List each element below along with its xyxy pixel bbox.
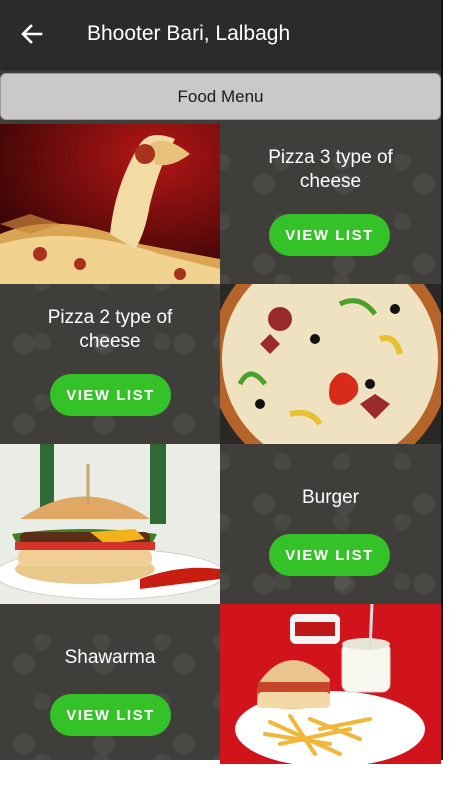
- app-screen: Bhooter Bari, Lalbagh Food Menu Pizza 3 …: [0, 0, 441, 764]
- menu-item-name: Pizza 2 type of cheese: [47, 307, 173, 352]
- menu-item-name: Burger: [301, 487, 360, 508]
- arrow-left-icon: [21, 24, 43, 44]
- cheese-pizza-slice-image: [0, 124, 220, 284]
- menu-item-name: Pizza 3 type of cheese: [268, 147, 393, 192]
- top-app-bar: Bhooter Bari, Lalbagh: [0, 0, 441, 68]
- window-edge: [441, 0, 443, 760]
- menu-item-card: Pizza 3 type of cheese VIEW LIST: [220, 124, 441, 284]
- menu-item-card: Burger VIEW LIST: [220, 444, 441, 604]
- back-button[interactable]: [0, 0, 64, 68]
- view-list-button[interactable]: VIEW LIST: [269, 214, 390, 256]
- view-list-button[interactable]: VIEW LIST: [269, 534, 390, 576]
- menu-item-name: Shawarma: [64, 647, 156, 668]
- burger-plate-image: [0, 444, 220, 604]
- page-title: Bhooter Bari, Lalbagh: [87, 22, 291, 45]
- veggie-pizza-image: [220, 284, 441, 444]
- menu-row: Shawarma VIEW LIST: [0, 604, 441, 764]
- menu-row: Burger VIEW LIST: [0, 444, 441, 604]
- menu-grid: Pizza 3 type of cheese VIEW LIST Pizza 2…: [0, 124, 441, 764]
- food-menu-bar: Food Menu: [0, 73, 441, 120]
- menu-item-card: Pizza 2 type of cheese VIEW LIST: [0, 284, 220, 444]
- shawarma-fries-plate-image: [220, 604, 441, 764]
- view-list-button[interactable]: VIEW LIST: [50, 374, 171, 416]
- menu-row: Pizza 3 type of cheese VIEW LIST: [0, 124, 441, 284]
- menu-item-card: Shawarma VIEW LIST: [0, 604, 220, 764]
- food-menu-label: Food Menu: [177, 86, 264, 106]
- menu-row: Pizza 2 type of cheese VIEW LIST: [0, 284, 441, 444]
- view-list-button[interactable]: VIEW LIST: [50, 694, 171, 736]
